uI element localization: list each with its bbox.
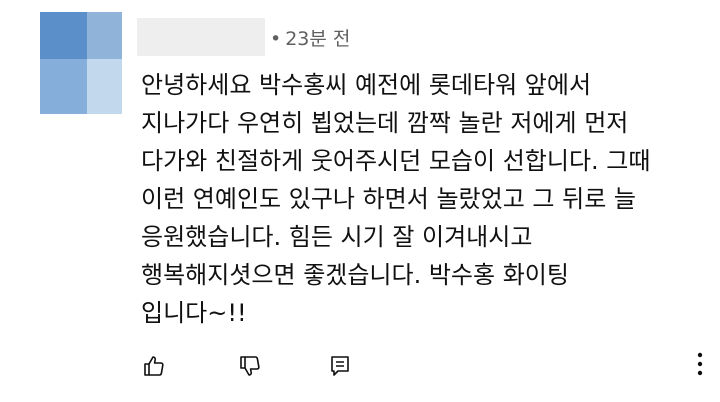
thumbs-up-icon (144, 356, 164, 376)
author-name-redacted[interactable] (137, 18, 265, 56)
reply-button[interactable] (326, 352, 354, 380)
avatar-tile (40, 12, 87, 59)
comment-line: 행복해지셧으면 좋겠습니다. 박수홍 화이팅 (141, 261, 569, 289)
comment-line: 지나가다 우연히 뵙었는데 깜짝 놀란 저에게 먼저 (141, 109, 629, 137)
comment-text: 안녕하세요 박수홍씨 예전에 롯데타워 앞에서 지나가다 우연히 뵙었는데 깜짝… (141, 66, 701, 332)
comment-line: 안녕하세요 박수홍씨 예전에 롯데타워 앞에서 (141, 71, 592, 99)
avatar-tile (87, 59, 122, 114)
more-options-button[interactable] (686, 350, 714, 378)
comment-line: 응원했습니다. 힘든 시기 잘 이겨내시고 (141, 223, 533, 251)
comment-timestamp[interactable]: 23분 전 (285, 28, 350, 50)
comment-line: 입니다~!! (141, 299, 247, 327)
reply-icon (331, 356, 349, 376)
comment-line: 이런 연예인도 있구나 하면서 놀랐었고 그 뒤로 늘 (141, 185, 637, 213)
separator-dot: • (270, 28, 282, 50)
avatar[interactable] (40, 12, 122, 114)
comment-meta: • 23분 전 (270, 24, 350, 51)
comment-line: 다가와 친절하게 웃어주시던 모습이 선합니다. 그때 (141, 147, 651, 175)
thumbs-down-icon (240, 356, 260, 376)
like-button[interactable] (140, 352, 168, 380)
avatar-tile (87, 12, 122, 59)
more-vertical-icon (697, 352, 703, 376)
avatar-tile (40, 59, 87, 114)
dislike-button[interactable] (236, 352, 264, 380)
